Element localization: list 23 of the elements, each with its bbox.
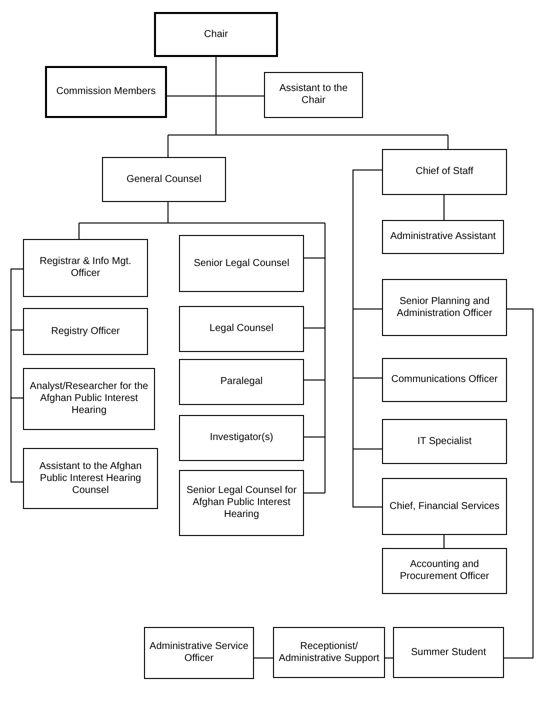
org-chart-box: Administrative Assistant [382, 220, 504, 254]
org-chart-box: Assistant to the Afghan Public Interest Hearing Counsel [23, 448, 158, 509]
org-chart-box: Accounting and Procurement Officer [382, 548, 507, 594]
org-chart-box: Senior Legal Counsel [179, 235, 304, 292]
org-chart-box: Senior Legal Counsel for Afghan Public Interest Hearing [179, 470, 304, 536]
org-chart-box: Analyst/Researcher for the Afghan Public Interest Hearing [23, 368, 155, 430]
org-chart-box: Summer Student [393, 627, 504, 678]
org-chart-box: Senior Planning and Administration Officer [382, 279, 507, 336]
org-chart-box: Chief of Staff [382, 149, 507, 195]
org-chart-box: Administrative Service Officer [144, 627, 254, 679]
org-chart-box: Legal Counsel [179, 306, 304, 352]
org-chart-box: Chair [154, 12, 278, 57]
org-chart-box: Chief, Financial Services [382, 478, 507, 535]
org-chart-box: Registrar & Info Mgt. Officer [23, 239, 148, 297]
org-chart-box: Assistant to the Chair [264, 72, 363, 118]
org-chart-box: Registry Officer [23, 308, 148, 355]
org-chart-box: IT Specialist [382, 419, 507, 464]
org-chart-box: Communications Officer [382, 358, 507, 402]
org-chart-box: Commission Members [45, 66, 167, 118]
org-chart-box: General Counsel [102, 157, 226, 202]
org-chart-box: Receptionist/ Administrative Support [273, 627, 385, 678]
org-chart-box: Investigator(s) [179, 415, 304, 461]
org-chart-box: Paralegal [179, 359, 304, 405]
